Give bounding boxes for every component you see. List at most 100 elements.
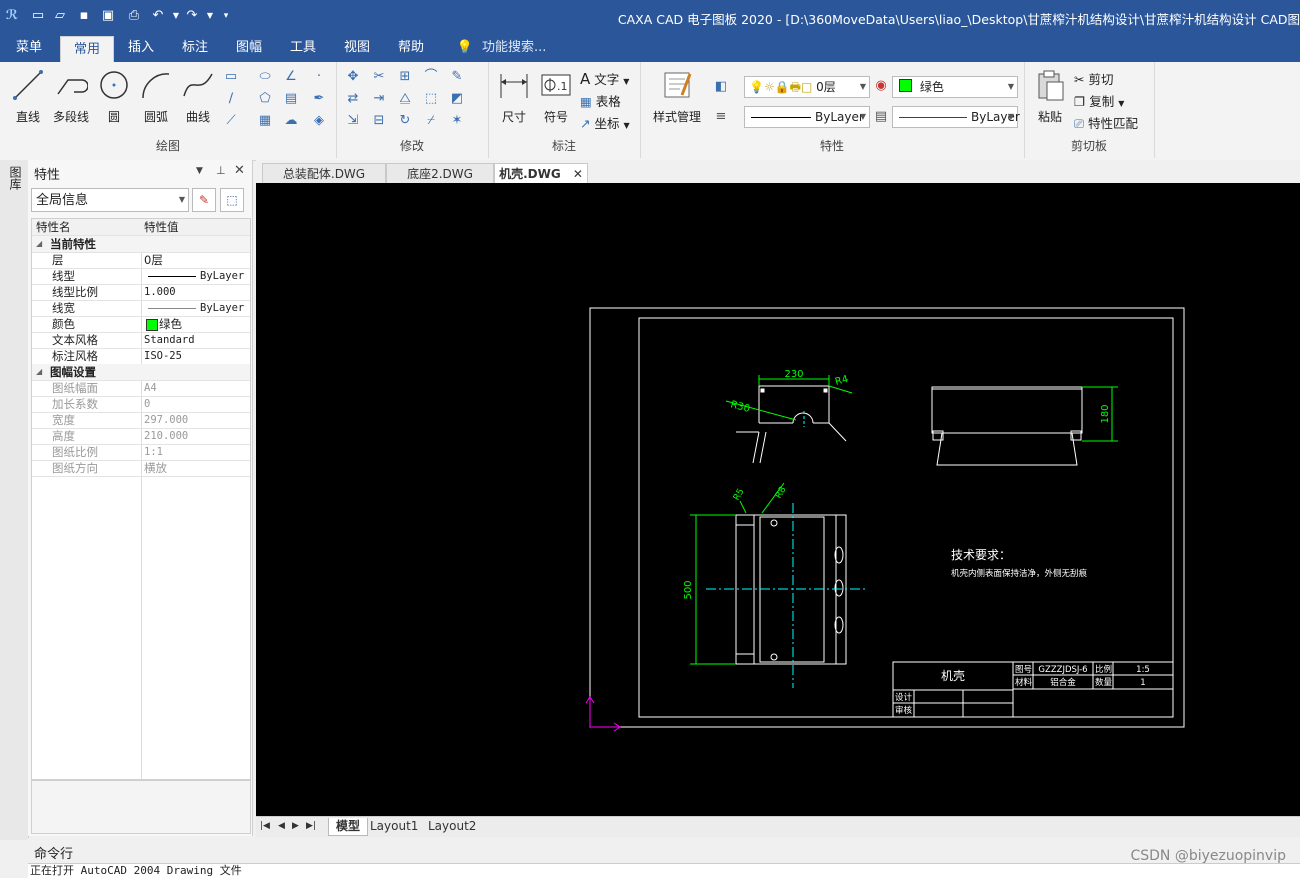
quick-select-icon[interactable]: ⬚ — [220, 188, 244, 212]
copy-transform-icon[interactable]: ⇄ — [344, 90, 362, 108]
color-select[interactable]: 绿色 ▼ — [892, 76, 1018, 98]
next-layout-icon[interactable]: ▶ — [292, 818, 299, 835]
tab-layout2[interactable]: Layout2 — [428, 818, 476, 835]
prop-row-linetype[interactable]: 线型 ByLayer — [32, 268, 250, 285]
menu-insert[interactable]: 插入 — [116, 34, 166, 62]
customize-toolbar-icon[interactable]: ▾ — [218, 8, 234, 24]
object-selector[interactable]: 全局信息 ▼ — [31, 188, 189, 212]
chamfer-icon[interactable]: ◩ — [448, 90, 466, 108]
tab-layout1[interactable]: Layout1 — [370, 818, 418, 835]
feature-search-input[interactable]: 功能搜索... — [482, 34, 562, 62]
circle-button[interactable]: 圆 — [96, 68, 132, 125]
move-icon[interactable]: ✥ — [344, 68, 362, 86]
prev-layout-icon[interactable]: ◀ — [278, 818, 285, 835]
lineweight-icon[interactable]: ▤ — [872, 108, 890, 126]
prop-row-layer[interactable]: 层 0层 — [32, 252, 250, 269]
cloud-icon[interactable]: ☁ — [282, 112, 300, 130]
panel-menu-icon[interactable]: ▼ — [196, 166, 203, 176]
copy-button[interactable]: ❐ 复制 ▼ — [1074, 91, 1124, 110]
explode-icon[interactable]: ✶ — [448, 112, 466, 130]
linetype-select[interactable]: ByLayer ▼ — [744, 106, 870, 128]
redo-dropdown-icon[interactable]: ▼ — [202, 8, 218, 24]
coord-button[interactable]: ↗ 坐标 ▼ — [580, 113, 630, 132]
layer-manager-icon[interactable]: ◧ — [712, 78, 730, 96]
line-button[interactable]: 直线 — [8, 68, 48, 125]
linetype-list-icon[interactable]: ≡ — [712, 108, 730, 126]
arc-button[interactable]: 圆弧 — [138, 68, 174, 125]
color-wheel-icon[interactable]: ◉ — [872, 77, 890, 95]
save-all-icon[interactable]: ▣ — [100, 8, 116, 24]
stretch-icon[interactable]: ⇲ — [344, 112, 362, 130]
table-button[interactable]: ▦ 表格 — [580, 91, 621, 110]
parallel-icon[interactable]: ∕ — [222, 90, 240, 108]
rectangle-icon[interactable]: ▭ — [222, 68, 240, 86]
collapse-icon[interactable]: ◢ — [36, 236, 42, 252]
layer-select[interactable]: 💡☼🔒🖶□ 0层 ▼ — [744, 76, 870, 98]
tab-model[interactable]: 模型 — [328, 818, 368, 836]
style-manager-button[interactable]: 样式管理 — [646, 68, 708, 125]
undo-dropdown-icon[interactable]: ▼ — [168, 8, 184, 24]
print-icon[interactable]: ⎙ — [126, 8, 142, 24]
pin-icon[interactable]: ⊥ — [216, 164, 226, 177]
trim-icon[interactable]: ✂ — [370, 68, 388, 86]
curve-button[interactable]: 曲线 — [180, 68, 216, 125]
menu-annotate[interactable]: 标注 — [170, 34, 220, 62]
dimension-button[interactable]: 尺寸 — [494, 68, 534, 125]
ellipse-icon[interactable]: ⬭ — [256, 68, 274, 86]
last-layout-icon[interactable]: ▶| — [306, 818, 316, 835]
prop-row-text-style[interactable]: 文本风格 Standard — [32, 332, 250, 349]
new-file-icon[interactable]: ▭ — [30, 8, 46, 24]
fill-icon[interactable]: ◈ — [310, 112, 328, 130]
mirror-icon[interactable]: ⧋ — [396, 90, 414, 108]
lineweight-select[interactable]: ByLayer ▼ — [892, 106, 1020, 128]
collapse-icon[interactable]: ◢ — [36, 364, 42, 380]
first-layout-icon[interactable]: |◀ — [260, 818, 270, 835]
break-icon[interactable]: ⌿ — [422, 112, 440, 130]
eraser-icon[interactable]: ✎ — [448, 68, 466, 86]
tab-housing[interactable]: 机壳.DWG ✕ — [494, 163, 588, 184]
menu-tools[interactable]: 工具 — [278, 34, 328, 62]
pen-icon[interactable]: ✒ — [310, 90, 328, 108]
match-properties-button[interactable]: ⎚ 特性匹配 — [1074, 113, 1138, 132]
prop-row-color[interactable]: 颜色 绿色 — [32, 316, 250, 333]
polyline-button[interactable]: 多段线 — [48, 68, 94, 125]
undo-icon[interactable]: ↶ — [150, 8, 166, 24]
library-tab[interactable]: 图库 — [8, 166, 22, 190]
menu-home[interactable]: 常用 — [60, 36, 114, 63]
block-icon[interactable]: ▤ — [282, 90, 300, 108]
prop-row-dim-style[interactable]: 标注风格 ISO-25 — [32, 348, 250, 365]
drawing-canvas[interactable]: 230 R4 R30 180 500 R5 R8 技术要求： 机壳内侧表面保持洁… — [256, 183, 1300, 816]
angle-icon[interactable]: ∠ — [282, 68, 300, 86]
scale-icon[interactable]: ⬚ — [422, 90, 440, 108]
prop-row-lineweight[interactable]: 线宽 ByLayer — [32, 300, 250, 317]
section-sheet[interactable]: ◢ 图幅设置 — [32, 364, 250, 381]
close-tab-icon[interactable]: ✕ — [573, 167, 583, 181]
menu-view[interactable]: 视图 — [332, 34, 382, 62]
cut-button[interactable]: ✂ 剪切 — [1074, 69, 1113, 88]
prop-row-linetype-scale[interactable]: 线型比例 1.000 — [32, 284, 250, 301]
fillet-icon[interactable]: ⌒ — [422, 68, 440, 86]
section-current[interactable]: ◢ 当前特性 — [32, 236, 250, 253]
save-icon[interactable]: ▪ — [76, 8, 92, 24]
polygon-icon[interactable]: ⬠ — [256, 90, 274, 108]
menu-sheet[interactable]: 图幅 — [224, 34, 274, 62]
rotate-icon[interactable]: ↻ — [396, 112, 414, 130]
ray-icon[interactable]: ⟋ — [222, 112, 240, 130]
menu-main[interactable]: 菜单 — [4, 34, 54, 62]
point-icon[interactable]: · — [310, 68, 328, 86]
symbol-button[interactable]: .1 符号 — [536, 68, 576, 125]
redo-icon[interactable]: ↷ — [184, 8, 200, 24]
offset-icon[interactable]: ⊟ — [370, 112, 388, 130]
open-folder-icon[interactable]: ▱ — [52, 8, 68, 24]
paste-button[interactable]: 粘贴 — [1030, 68, 1070, 125]
command-output[interactable]: 正在打开 AutoCAD 2004 Drawing 文件 — [28, 863, 1300, 878]
close-panel-icon[interactable]: ✕ — [234, 163, 245, 178]
clear-selection-icon[interactable]: ✎ — [192, 188, 216, 212]
menu-help[interactable]: 帮助 — [386, 34, 436, 62]
hatch-icon[interactable]: ▦ — [256, 112, 274, 130]
text-button[interactable]: A 文字 ▼ — [580, 69, 629, 88]
tab-assembly[interactable]: 总装配体.DWG — [262, 163, 386, 184]
tab-base[interactable]: 底座2.DWG — [386, 163, 494, 184]
array-icon[interactable]: ⊞ — [396, 68, 414, 86]
extend-icon[interactable]: ⇥ — [370, 90, 388, 108]
